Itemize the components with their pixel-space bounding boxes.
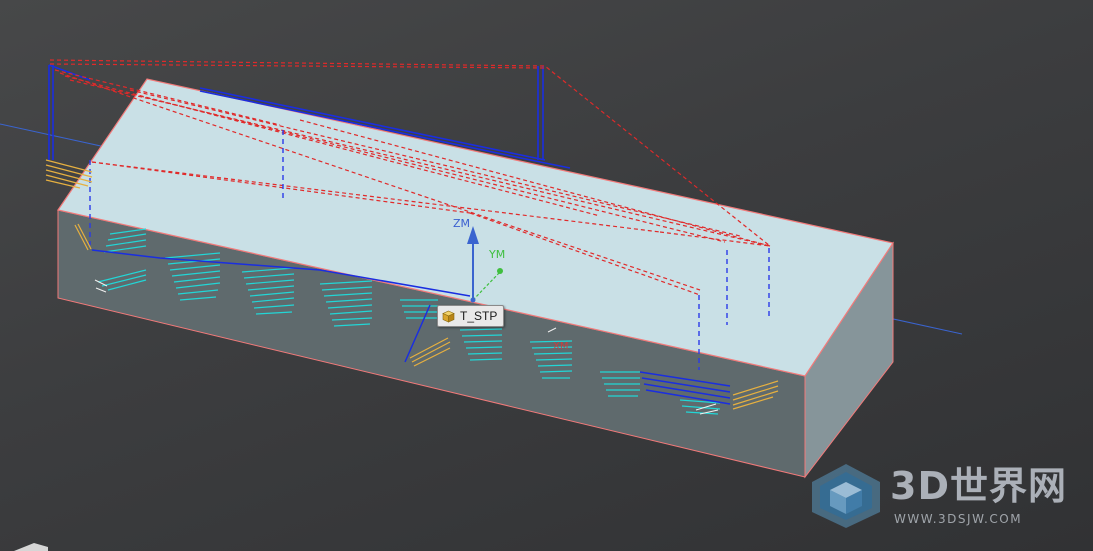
csys-origin[interactable] bbox=[470, 297, 476, 303]
xm-axis-label: XM bbox=[553, 341, 569, 352]
csys-tag-label: T_STP bbox=[460, 309, 498, 323]
site-watermark: 3D世界网 WWW.3DSJW.COM bbox=[808, 462, 1078, 532]
watermark-brand: 3D世界网 bbox=[890, 464, 1067, 508]
view-triad-icon bbox=[14, 543, 48, 551]
ym-axis-label: YM bbox=[489, 248, 506, 261]
watermark-logo bbox=[812, 464, 880, 528]
graphics-viewport[interactable]: ZM YM XM T_STP 3D世界网 WWW.3DSJW.COM bbox=[0, 0, 1093, 551]
zm-axis-label: ZM bbox=[453, 217, 471, 230]
watermark-url: WWW.3DSJW.COM bbox=[894, 512, 1023, 526]
csys-name-tag[interactable]: T_STP bbox=[437, 305, 505, 327]
cube-icon bbox=[442, 310, 455, 322]
